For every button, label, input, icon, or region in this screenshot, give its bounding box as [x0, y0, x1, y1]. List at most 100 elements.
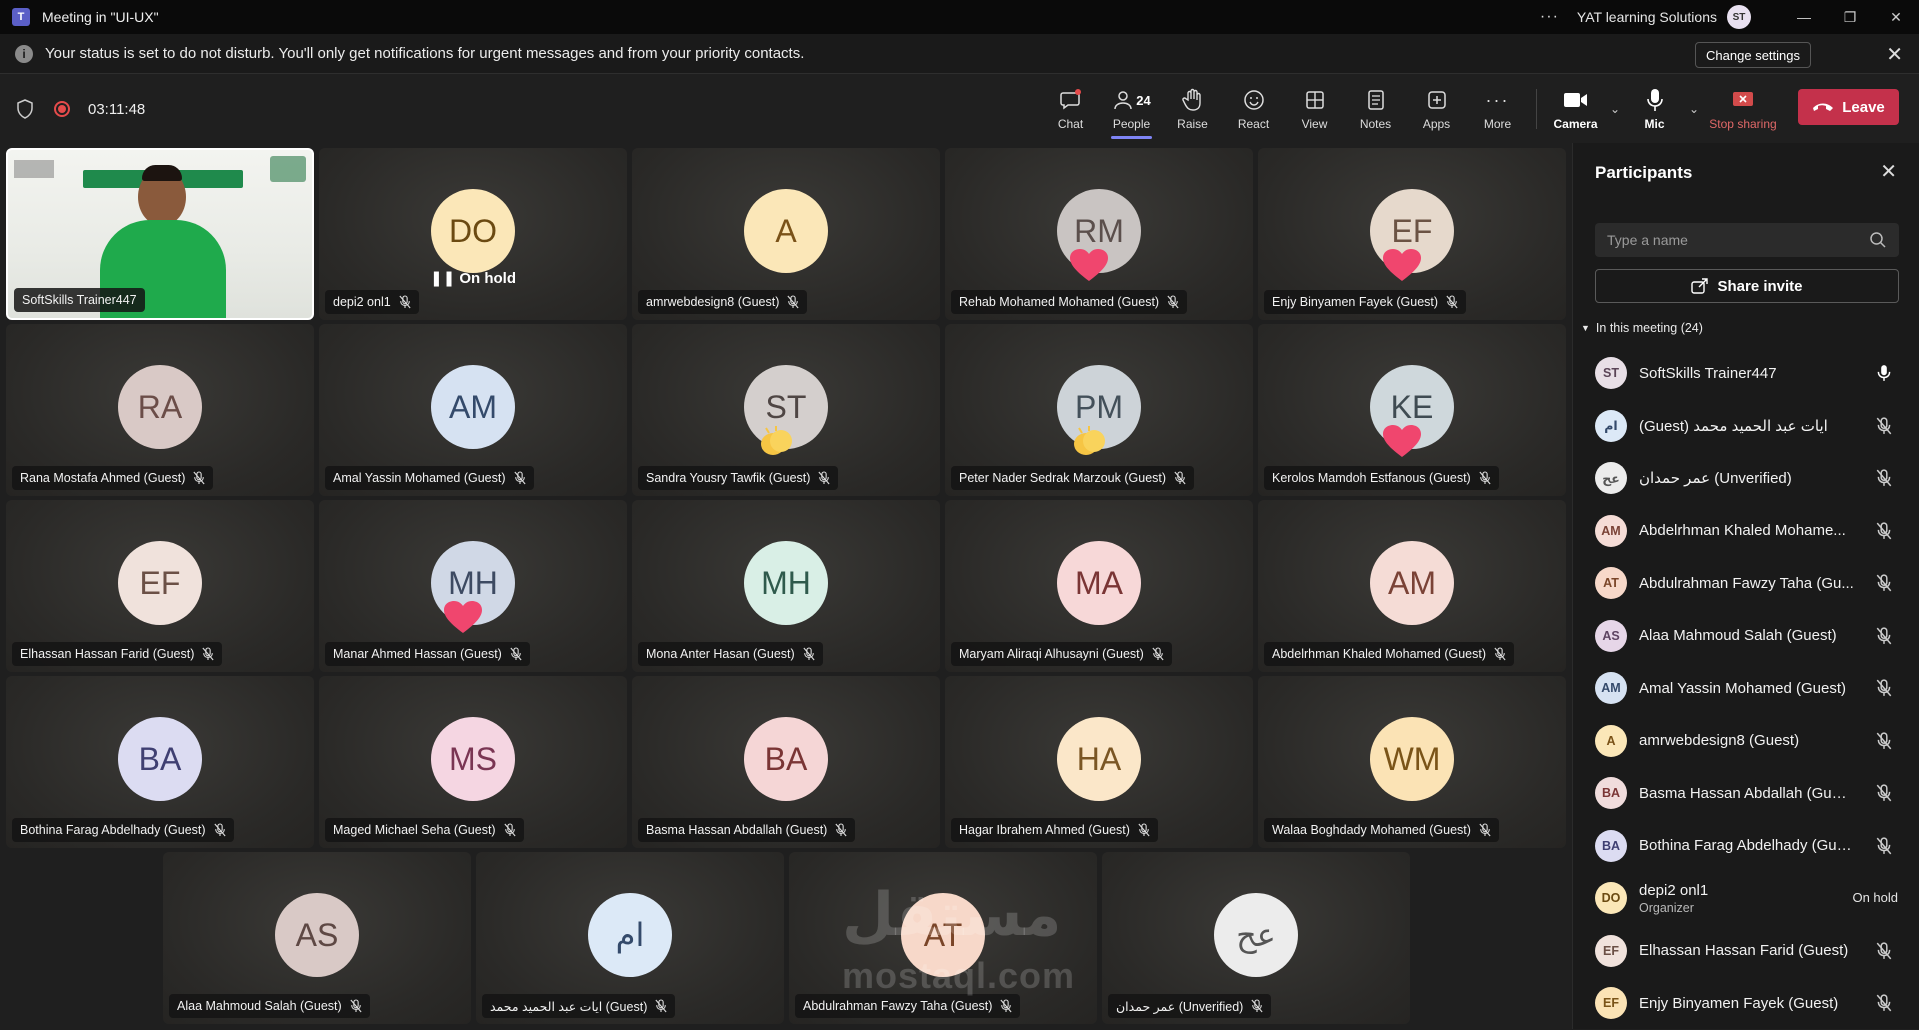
change-settings-button[interactable]: Change settings — [1695, 42, 1811, 68]
close-icon[interactable]: ✕ — [1886, 42, 1903, 67]
participant-tile[interactable]: EF Elhassan Hassan Farid (Guest) — [6, 500, 314, 672]
restore-button[interactable]: ❐ — [1827, 0, 1873, 34]
participant-tile[interactable]: PM Peter Nader Sedrak Marzouk (Guest) — [945, 324, 1253, 496]
participant-tile[interactable]: AM Abdelrhman Khaled Mohamed (Guest) — [1258, 500, 1566, 672]
participant-tile[interactable]: HA Hagar Ibrahem Ahmed (Guest) — [945, 676, 1253, 848]
participant-list-item[interactable]: AS Alaa Mahmoud Salah (Guest) — [1573, 610, 1919, 663]
participant-list-item[interactable]: DO depi2 onl1 Organizer On hold — [1573, 872, 1919, 925]
view-button[interactable]: View — [1284, 75, 1345, 143]
chat-button[interactable]: Chat — [1040, 75, 1101, 143]
mic-off-icon — [1251, 999, 1263, 1013]
user-avatar[interactable]: ST — [1727, 5, 1751, 29]
mic-off-icon[interactable] — [1876, 679, 1892, 697]
mic-off-icon[interactable] — [1876, 731, 1892, 750]
more-options-icon[interactable]: ··· — [1540, 8, 1559, 26]
share-invite-button[interactable]: Share invite — [1595, 269, 1899, 303]
participant-tile[interactable]: MA Maryam Aliraqi Alhusayni (Guest) — [945, 500, 1253, 672]
mic-off-icon — [399, 295, 411, 309]
participant-tile[interactable]: WM Walaa Boghdady Mohamed (Guest) — [1258, 676, 1566, 848]
in-meeting-section-toggle[interactable]: ▼ In this meeting (24) — [1581, 321, 1703, 335]
stop-sharing-label: Stop sharing — [1709, 117, 1777, 131]
participant-name-tag: Peter Nader Sedrak Marzouk (Guest) — [951, 466, 1195, 490]
apps-button[interactable]: Apps — [1406, 75, 1467, 143]
participant-name: Alaa Mahmoud Salah (Guest) — [1639, 627, 1837, 645]
participant-tile[interactable]: EF Enjy Binyamen Fayek (Guest) — [1258, 148, 1566, 320]
participant-tile[interactable]: عح عمر حمدان (Unverified) — [1102, 852, 1410, 1024]
status-notification-bar: i Your status is set to do not disturb. … — [0, 34, 1919, 74]
more-button[interactable]: ··· More — [1467, 75, 1528, 143]
participant-tile[interactable]: BA Bothina Farag Abdelhady (Guest) — [6, 676, 314, 848]
mic-off-icon[interactable] — [1876, 941, 1892, 960]
participant-tile[interactable]: MS Maged Michael Seha (Guest) — [319, 676, 627, 848]
participant-avatar: DO — [1595, 882, 1627, 915]
participant-tile[interactable]: ST Sandra Yousry Tawfik (Guest) — [632, 324, 940, 496]
participant-name: amrwebdesign8 (Guest) — [646, 295, 780, 309]
mic-options-chevron-icon[interactable]: ⌄ — [1685, 102, 1703, 116]
participant-name-tag: Manar Ahmed Hassan (Guest) — [325, 642, 530, 666]
stop-sharing-button[interactable]: Stop sharing — [1703, 75, 1783, 143]
participant-avatar: AM — [1595, 672, 1627, 705]
participant-name: depi2 onl1 — [1639, 881, 1709, 899]
participant-list-item[interactable]: ST SoftSkills Trainer447 — [1573, 347, 1919, 400]
participant-list-item[interactable]: BA Bothina Farag Abdelhady (Gue... — [1573, 820, 1919, 873]
participant-name: amrwebdesign8 (Guest) — [1639, 732, 1800, 750]
people-icon — [1114, 91, 1133, 110]
participant-name-tag: Maryam Aliraqi Alhusayni (Guest) — [951, 642, 1172, 666]
participant-list-item[interactable]: BA Basma Hassan Abdallah (Guest) — [1573, 767, 1919, 820]
close-panel-icon[interactable]: ✕ — [1880, 159, 1897, 184]
participant-list-item[interactable]: AT Abdulrahman Fawzy Taha (Gu... — [1573, 557, 1919, 610]
participant-list-item[interactable]: Aamrwebdesign8 (Guest) — [1573, 715, 1919, 768]
participant-list-item[interactable]: ام (Guest) ايات عبد الحميد محمد — [1573, 400, 1919, 453]
participant-avatar: EF — [1595, 934, 1627, 967]
mic-off-icon[interactable] — [1876, 836, 1892, 855]
add-app-icon — [1427, 91, 1446, 109]
mic-off-icon[interactable] — [1876, 416, 1892, 435]
mic-button[interactable]: Mic — [1624, 75, 1685, 143]
minimize-button[interactable]: — — [1781, 0, 1827, 34]
participant-tile[interactable]: AM Amal Yassin Mohamed (Guest) — [319, 324, 627, 496]
participant-search-input[interactable]: Type a name — [1595, 223, 1899, 257]
participant-tile[interactable]: MH Mona Anter Hasan (Guest) — [632, 500, 940, 672]
participant-tile[interactable]: KE Kerolos Mamdoh Estfanous (Guest) — [1258, 324, 1566, 496]
raise-hand-button[interactable]: Raise — [1162, 75, 1223, 143]
participant-name-tag: Abdulrahman Fawzy Taha (Guest) — [795, 994, 1021, 1018]
shield-icon[interactable] — [16, 99, 34, 119]
mic-off-icon[interactable] — [1876, 469, 1892, 487]
participant-tile[interactable]: DO ❚❚ On hold depi2 onl1 — [319, 148, 627, 320]
camera-button[interactable]: Camera — [1545, 75, 1606, 143]
participant-list-item[interactable]: EF Enjy Binyamen Fayek (Guest) — [1573, 977, 1919, 1030]
mic-off-icon — [510, 647, 522, 661]
participant-tile[interactable]: RA Rana Mostafa Ahmed (Guest) — [6, 324, 314, 496]
participant-avatar: BA — [1595, 829, 1627, 862]
mic-off-icon[interactable] — [1876, 784, 1892, 802]
mic-off-icon[interactable] — [1876, 994, 1892, 1012]
participant-name-tag: Bothina Farag Abdelhady (Guest) — [12, 818, 234, 842]
participant-tile[interactable]: SoftSkills Trainer447 — [6, 148, 314, 320]
mic-on-icon[interactable] — [1876, 364, 1892, 382]
participant-tile[interactable]: ام ايات عبد الحميد محمد (Guest) — [476, 852, 784, 1024]
react-label: React — [1237, 117, 1270, 131]
camera-options-chevron-icon[interactable]: ⌄ — [1606, 102, 1624, 116]
participant-tile[interactable]: RM Rehab Mohamed Mohamed (Guest) — [945, 148, 1253, 320]
mic-off-icon[interactable] — [1876, 626, 1892, 645]
participant-tile[interactable]: Aamrwebdesign8 (Guest) — [632, 148, 940, 320]
notes-button[interactable]: Notes — [1345, 75, 1406, 143]
smiley-icon — [1243, 90, 1264, 110]
participant-list-item[interactable]: AM Amal Yassin Mohamed (Guest) — [1573, 662, 1919, 715]
participant-tile[interactable]: AT Abdulrahman Fawzy Taha (Guest) — [789, 852, 1097, 1024]
people-button[interactable]: 24 People — [1101, 75, 1162, 143]
participant-name: Abdelrhman Khaled Mohamed (Guest) — [1272, 647, 1487, 661]
participant-tile[interactable]: BA Basma Hassan Abdallah (Guest) — [632, 676, 940, 848]
mic-off-icon — [835, 823, 847, 837]
react-button[interactable]: React — [1223, 75, 1284, 143]
participant-tile[interactable]: MH Manar Ahmed Hassan (Guest) — [319, 500, 627, 672]
leave-button[interactable]: Leave — [1798, 89, 1899, 125]
mic-off-icon[interactable] — [1876, 574, 1892, 592]
participant-name: Sandra Yousry Tawfik (Guest) — [646, 471, 811, 485]
mic-off-icon[interactable] — [1876, 521, 1892, 540]
close-window-button[interactable]: ✕ — [1873, 0, 1919, 34]
participant-list-item[interactable]: AM Abdelrhman Khaled Mohame... — [1573, 505, 1919, 558]
participant-tile[interactable]: AS Alaa Mahmoud Salah (Guest) — [163, 852, 471, 1024]
participant-list-item[interactable]: EF Elhassan Hassan Farid (Guest) — [1573, 925, 1919, 978]
participant-list-item[interactable]: عح عمر حمدان (Unverified) — [1573, 452, 1919, 505]
